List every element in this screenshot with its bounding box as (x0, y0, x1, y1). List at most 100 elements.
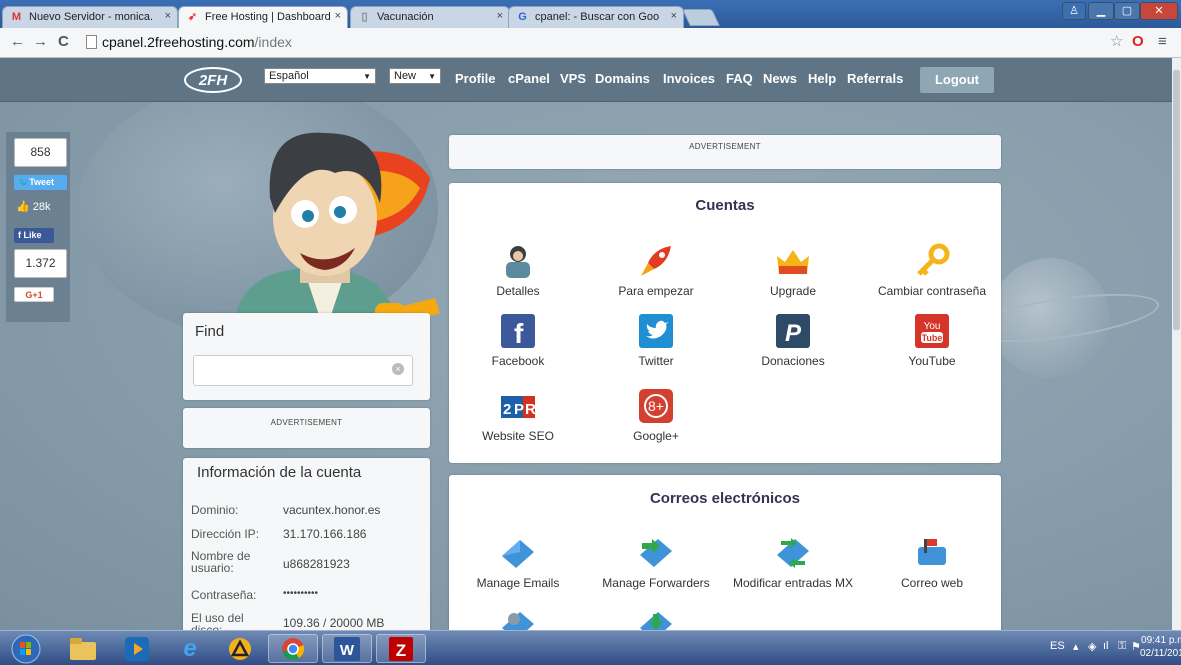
back-icon[interactable]: ← (10, 34, 25, 50)
close-window-button[interactable]: ✕ (1140, 2, 1178, 20)
reload-icon[interactable]: C (58, 34, 69, 50)
password-value: •••••••••• (283, 588, 319, 599)
file-explorer-button[interactable] (58, 634, 108, 663)
rocket-icon (638, 243, 674, 279)
find-input[interactable]: × (193, 355, 413, 386)
nav-faq[interactable]: FAQ (726, 71, 753, 86)
browser-tab-strip: M Nuevo Servidor - monica. × ➶ Free Host… (0, 0, 1181, 28)
tab-free-hosting[interactable]: ➶ Free Hosting | Dashboard × (178, 6, 348, 28)
close-tab-icon[interactable]: × (671, 10, 677, 22)
item-label: Modificar entradas MX (732, 576, 854, 590)
scroll-thumb[interactable] (1173, 70, 1180, 330)
clear-icon[interactable]: × (392, 363, 404, 375)
item-label: Donaciones (761, 354, 825, 368)
language-indicator[interactable]: ES (1050, 640, 1065, 652)
language-select[interactable]: Español ▼ (264, 68, 376, 84)
media-player-button[interactable] (112, 634, 162, 663)
tab-gmail[interactable]: M Nuevo Servidor - monica. × (2, 6, 178, 28)
correos-panel: Correos electrónicos Manage Emails Manag… (449, 475, 1001, 630)
mailbox-icon (914, 535, 950, 571)
tab-vacunacion[interactable]: ▯ Vacunación × (350, 6, 510, 28)
page-scrollbar[interactable] (1172, 58, 1181, 630)
windows-taskbar: e W Z ES ▴ ◈ ıl ⚿ ⚑ 09:41 p.m. 02/11/201… (0, 630, 1181, 665)
facebook-like-button[interactable]: f Like (14, 228, 54, 243)
new-select[interactable]: New ▼ (389, 68, 441, 84)
new-tab-button[interactable] (682, 9, 720, 26)
ad-label: ADVERTISEMENT (689, 142, 761, 151)
social-share-sidebar: 858 🐦Tweet 👍 28k f Like 1.372 G+1 (6, 132, 70, 322)
site-logo[interactable]: 2FH (182, 66, 244, 94)
language-value: Español (269, 70, 309, 82)
maximize-button[interactable]: ▢ (1114, 2, 1140, 20)
gplus-count: 1.372 (14, 249, 67, 278)
close-tab-icon[interactable]: × (335, 10, 341, 22)
tab-title: Vacunación (377, 11, 434, 23)
disk-usage-label: El uso del disco: (191, 611, 244, 630)
item-label: Twitter (638, 354, 674, 368)
left-ad-panel: ADVERTISEMENT (183, 408, 430, 448)
svg-text:Tube: Tube (922, 333, 943, 343)
internet-explorer-button[interactable]: e (165, 634, 215, 663)
ad-label: ADVERTISEMENT (270, 418, 343, 427)
item-label: Upgrade (769, 284, 817, 298)
url-input[interactable]: cpanel.2freehosting.com/index (80, 31, 1160, 53)
filezilla-button[interactable]: Z (376, 634, 426, 663)
nav-cpanel[interactable]: cPanel (508, 71, 550, 86)
tweet-count: 858 (14, 138, 67, 167)
paypal-icon: P (775, 313, 811, 349)
mx-icon (775, 535, 811, 571)
tab-title: cpanel: - Buscar con Goo (535, 11, 660, 23)
facebook-icon: f (500, 313, 536, 349)
close-tab-icon[interactable]: × (497, 10, 503, 22)
nav-help[interactable]: Help (808, 71, 836, 86)
network-icon[interactable]: ⚿ (1118, 640, 1126, 653)
windows-logo-icon (11, 634, 41, 663)
minimize-button[interactable]: ▁ (1088, 2, 1114, 20)
star-icon[interactable]: ☆ (1110, 34, 1123, 50)
nav-referrals[interactable]: Referrals (847, 71, 903, 86)
nav-news[interactable]: News (763, 71, 797, 86)
shield-icon[interactable]: ◈ (1088, 640, 1096, 653)
svg-text:P: P (514, 401, 524, 418)
svg-text:f: f (514, 318, 524, 348)
gmail-icon: M (11, 11, 22, 23)
user-icon[interactable]: ♙ (1062, 2, 1086, 20)
account-info-title: Información de la cuenta (197, 464, 362, 481)
item-label: Cambiar contraseña (877, 284, 987, 298)
tray-arrow-icon[interactable]: ▴ (1073, 640, 1079, 653)
item-label: YouTube (908, 354, 956, 368)
twitter-icon (638, 313, 674, 349)
menu-icon[interactable]: ≡ (1158, 34, 1167, 50)
like-count-row: 👍 28k (16, 200, 51, 213)
tab-title: Nuevo Servidor - monica. (29, 11, 154, 23)
signal-icon[interactable]: ıl (1103, 640, 1109, 652)
url-path: /index (254, 34, 292, 50)
logout-button[interactable]: Logout (920, 67, 994, 93)
tweet-button[interactable]: 🐦Tweet (14, 175, 67, 190)
app-button[interactable] (215, 634, 265, 663)
youtube-icon: You Tube (914, 313, 950, 349)
rocket-icon: ➶ (187, 11, 198, 23)
item-label: Manage Emails (476, 576, 560, 590)
close-tab-icon[interactable]: × (165, 10, 171, 22)
forward-icon[interactable]: → (33, 34, 48, 50)
chevron-down-icon: ▼ (428, 72, 436, 81)
triangle-app-icon (229, 637, 251, 660)
tab-google-search[interactable]: G cpanel: - Buscar con Goo × (508, 6, 684, 28)
chrome-button[interactable] (268, 634, 318, 663)
cuentas-panel: Cuentas Detalles Para empezar Upgrade Ca… (449, 183, 1001, 463)
nav-domains[interactable]: Domains (595, 71, 650, 86)
nav-profile[interactable]: Profile (455, 71, 495, 86)
logo-icon: 2FH (184, 67, 242, 93)
nav-invoices[interactable]: Invoices (663, 71, 715, 86)
start-button[interactable] (6, 634, 46, 663)
svg-text:R: R (525, 401, 535, 418)
clock[interactable]: 09:41 p.m. 02/11/2015 (1140, 634, 1181, 660)
nav-vps[interactable]: VPS (560, 71, 586, 86)
gplus-button[interactable]: G+1 (14, 287, 54, 302)
chevron-down-icon: ▼ (363, 72, 371, 81)
opera-icon[interactable]: O (1132, 34, 1144, 50)
item-label: Facebook (491, 354, 545, 368)
word-button[interactable]: W (322, 634, 372, 663)
like-count: 28k (32, 201, 51, 213)
